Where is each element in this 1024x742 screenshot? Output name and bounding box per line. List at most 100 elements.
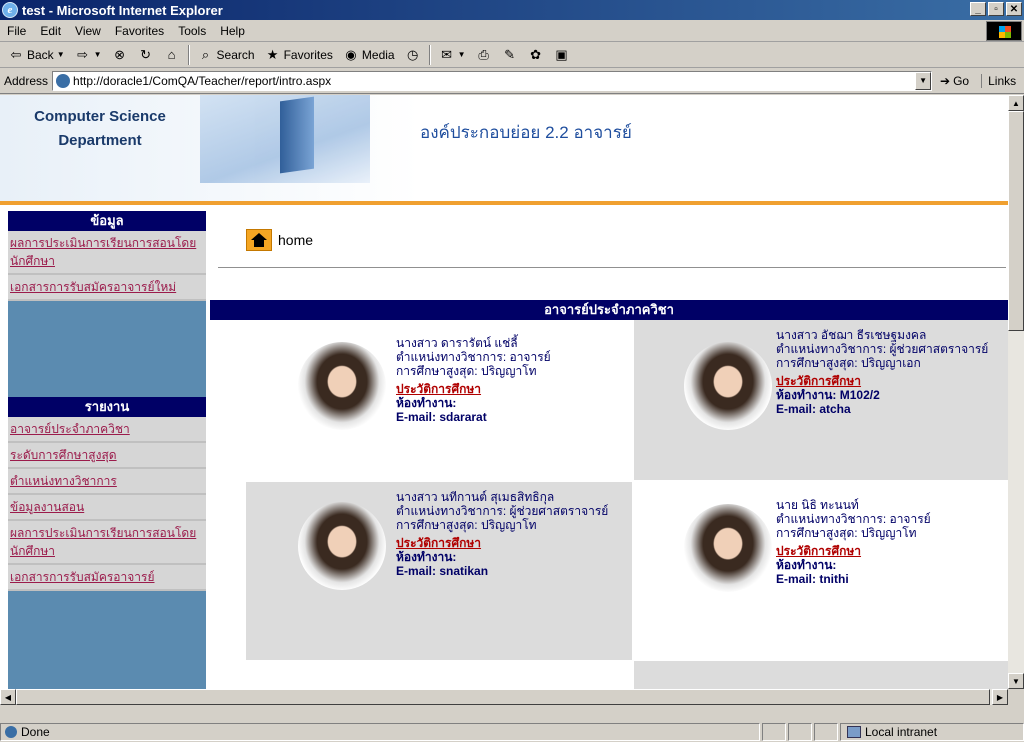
history-icon: ◷ xyxy=(406,46,419,62)
zone-text: Local intranet xyxy=(865,725,938,739)
refresh-icon: ↻ xyxy=(140,46,151,62)
search-button[interactable]: ⌕ Search xyxy=(194,47,259,63)
sidebar-item-evaluation-report[interactable]: ผลการประเมินการเรียนการสอนโดยนักศึกษา xyxy=(8,521,206,565)
windows-logo-icon xyxy=(986,21,1022,41)
toolbar-separator xyxy=(187,44,190,65)
links-button[interactable]: Links xyxy=(981,73,1016,88)
sidebar-link-academic-position[interactable]: ตำแหน่งทางวิชาการ xyxy=(10,474,117,488)
window-titlebar: e test - Microsoft Internet Explorer _ ▫… xyxy=(0,0,1024,20)
vertical-scroll-thumb[interactable] xyxy=(1008,111,1024,331)
teacher-card-partial xyxy=(634,661,1008,689)
home-link[interactable]: home xyxy=(246,229,313,251)
status-text: Done xyxy=(21,725,50,739)
address-input[interactable]: http://doracle1/ComQA/Teacher/report/int… xyxy=(52,70,933,91)
address-dropdown-icon[interactable]: ▼ xyxy=(915,71,932,90)
teacher-position: ตำแหน่งทางวิชาการ: ผู้ช่วยศาสตราจารย์ xyxy=(776,342,989,356)
scroll-left-icon[interactable]: ◀ xyxy=(0,689,16,705)
toolbar-separator xyxy=(428,44,431,65)
sidebar-link-evaluation-report[interactable]: ผลการประเมินการเรียนการสอนโดยนักศึกษา xyxy=(10,526,196,558)
go-button[interactable]: ➔ Go xyxy=(940,74,969,88)
edit-button[interactable]: ✎ xyxy=(498,47,522,63)
sidebar-heading-reports: รายงาน xyxy=(8,397,206,417)
teacher-photo xyxy=(298,502,386,590)
sidebar: ข้อมูล ผลการประเมินการเรียนการสอนโดยนักศ… xyxy=(8,211,206,689)
menu-file[interactable]: File xyxy=(0,24,33,38)
sidebar-link-education-level[interactable]: ระดับการศึกษาสูงสุด xyxy=(10,448,117,462)
teacher-education: การศึกษาสูงสุด: ปริญญาโท xyxy=(396,364,537,378)
sidebar-item-evaluation[interactable]: ผลการประเมินการเรียนการสอนโดยนักศึกษา xyxy=(8,231,206,275)
horizontal-scrollbar[interactable]: ◀ ▶ xyxy=(0,689,1008,705)
sidebar-heading-info: ข้อมูล xyxy=(8,211,206,231)
teacher-room: ห้องทำงาน: M102/2 xyxy=(776,388,880,402)
messenger-button[interactable]: ▣ xyxy=(550,47,574,63)
status-panel xyxy=(762,723,786,741)
sidebar-item-teachers[interactable]: อาจารย์ประจำภาควิชา xyxy=(8,417,206,443)
sidebar-link-teaching-data[interactable]: ข้อมูลงานสอน xyxy=(10,500,84,514)
favorites-button[interactable]: ★ Favorites xyxy=(261,47,337,63)
address-url[interactable]: http://doracle1/ComQA/Teacher/report/int… xyxy=(73,74,331,88)
sidebar-link-evaluation[interactable]: ผลการประเมินการเรียนการสอนโดยนักศึกษา xyxy=(10,236,196,268)
minimize-icon[interactable]: _ xyxy=(970,2,986,16)
teacher-photo xyxy=(684,342,772,430)
teacher-room: ห้องทำงาน: xyxy=(396,550,457,564)
education-history-link[interactable]: ประวัติการศึกษา xyxy=(776,544,861,558)
teacher-position: ตำแหน่งทางวิชาการ: อาจารย์ xyxy=(776,512,931,526)
home-toolbar-button[interactable]: ⌂ xyxy=(160,47,184,63)
home-label[interactable]: home xyxy=(278,232,313,248)
scroll-up-icon[interactable]: ▲ xyxy=(1008,95,1024,111)
menu-tools[interactable]: Tools xyxy=(171,24,213,38)
teacher-card-partial xyxy=(246,661,632,689)
maximize-icon[interactable]: ▫ xyxy=(988,2,1004,16)
status-panel xyxy=(814,723,838,741)
discuss-button[interactable]: ✿ xyxy=(524,47,548,63)
menu-edit[interactable]: Edit xyxy=(33,24,68,38)
home-divider xyxy=(218,267,1006,268)
education-history-link[interactable]: ประวัติการศึกษา xyxy=(396,382,481,396)
menu-view[interactable]: View xyxy=(68,24,108,38)
history-button[interactable]: ◷ xyxy=(401,47,425,63)
refresh-button[interactable]: ↻ xyxy=(134,47,158,63)
ie-logo-icon: e xyxy=(2,2,18,18)
forward-button[interactable]: ⇨ ▼ xyxy=(71,47,106,63)
stop-icon: ⊗ xyxy=(114,46,125,62)
print-button[interactable]: ⎙ xyxy=(472,47,496,63)
close-icon[interactable]: ✕ xyxy=(1006,2,1022,16)
page-title: องค์ประกอบย่อย 2.2 อาจารย์ xyxy=(420,123,632,142)
sidebar-link-recruit-new[interactable]: เอกสารการรับสมัครอาจารย์ใหม่ xyxy=(10,280,176,294)
media-button[interactable]: ◉ Media xyxy=(339,47,399,63)
mail-button[interactable]: ✉ ▼ xyxy=(435,47,470,63)
stop-button[interactable]: ⊗ xyxy=(108,47,132,63)
status-bar: Done Local intranet xyxy=(0,705,1024,742)
sidebar-item-academic-position[interactable]: ตำแหน่งทางวิชาการ xyxy=(8,469,206,495)
teacher-name: นางสาว อัชฌา ธีรเชษฐมงคล xyxy=(776,328,927,342)
teacher-photo xyxy=(298,342,386,430)
education-history-link[interactable]: ประวัติการศึกษา xyxy=(396,536,481,550)
sidebar-link-recruit-docs[interactable]: เอกสารการรับสมัครอาจารย์ xyxy=(10,570,155,584)
section-title: อาจารย์ประจำภาควิชา xyxy=(210,300,1008,320)
vertical-scrollbar[interactable]: ▲ ▼ xyxy=(1008,95,1024,689)
horizontal-scroll-thumb[interactable] xyxy=(16,689,990,705)
menu-favorites[interactable]: Favorites xyxy=(108,24,171,38)
sidebar-item-recruit-new[interactable]: เอกสารการรับสมัครอาจารย์ใหม่ xyxy=(8,275,206,301)
education-history-link[interactable]: ประวัติการศึกษา xyxy=(776,374,861,388)
sidebar-item-education-level[interactable]: ระดับการศึกษาสูงสุด xyxy=(8,443,206,469)
scroll-down-icon[interactable]: ▼ xyxy=(1008,673,1024,689)
print-icon: ⎙ xyxy=(478,46,489,62)
teacher-email: E-mail: sdararat xyxy=(396,410,487,424)
teacher-photo xyxy=(684,504,772,592)
sidebar-link-teachers[interactable]: อาจารย์ประจำภาควิชา xyxy=(10,422,130,436)
sidebar-item-recruit-docs[interactable]: เอกสารการรับสมัครอาจารย์ xyxy=(8,565,206,591)
teacher-card: นางสาว ดารารัตน์ แช่ลี้ ตำแหน่งทางวิชากา… xyxy=(210,320,632,480)
favorites-icon: ★ xyxy=(266,46,279,62)
back-button[interactable]: ⇦ Back ▼ xyxy=(4,47,69,63)
menu-help[interactable]: Help xyxy=(213,24,252,38)
teacher-room: ห้องทำงาน: xyxy=(396,396,457,410)
messenger-icon: ▣ xyxy=(555,46,568,62)
status-text-panel: Done xyxy=(0,723,760,741)
toolbar: ⇦ Back ▼ ⇨ ▼ ⊗ ↻ ⌂ ⌕ Search ★ Favorites ◉ Medi… xyxy=(0,42,1024,68)
page-header: Computer Science Department องค์ประกอบย่… xyxy=(0,95,1008,205)
scroll-right-icon[interactable]: ▶ xyxy=(992,689,1008,705)
address-label: Address xyxy=(4,73,49,88)
sidebar-item-teaching-data[interactable]: ข้อมูลงานสอน xyxy=(8,495,206,521)
